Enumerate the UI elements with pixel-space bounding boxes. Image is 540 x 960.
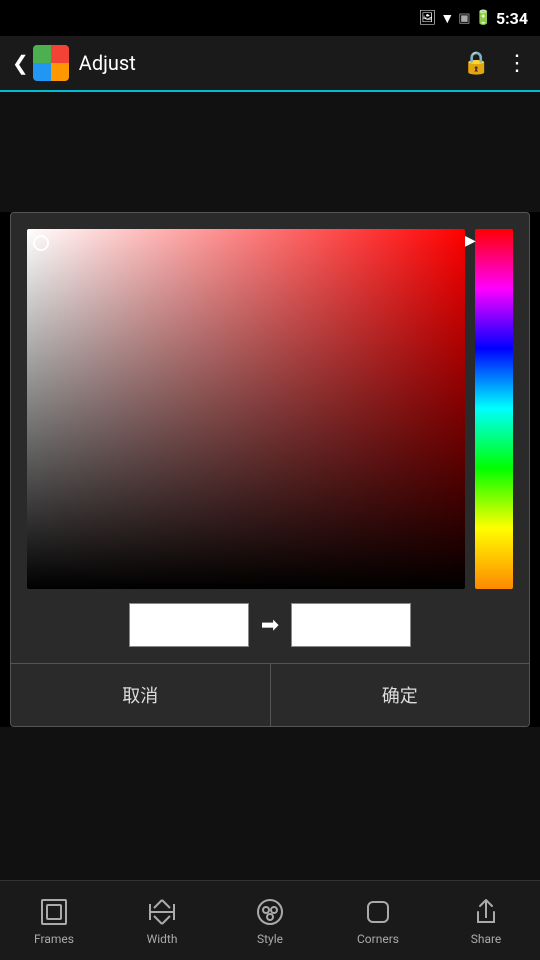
bottom-nav: Frames Width Style Corners [0, 880, 540, 960]
color-gradient[interactable] [27, 229, 465, 589]
share-label: Share [471, 932, 502, 946]
status-bar: 🖼 ▼ ▣ 🔋 5:34 [0, 0, 540, 36]
corners-label: Corners [357, 932, 399, 946]
nav-item-style[interactable]: Style [230, 896, 310, 946]
nav-item-frames[interactable]: Frames [14, 896, 94, 946]
nav-item-corners[interactable]: Corners [338, 896, 418, 946]
style-icon [254, 896, 286, 928]
top-bar: ❮ Adjust 🔒 ⋮ [0, 36, 540, 92]
dark-area-top [0, 92, 540, 212]
top-bar-actions: 🔒 ⋮ [463, 51, 528, 76]
dark-area-bottom [0, 727, 540, 880]
app-title: Adjust [79, 51, 463, 75]
wifi-icon: ▼ [440, 10, 454, 27]
nav-item-share[interactable]: Share [446, 896, 526, 946]
color-before [129, 603, 249, 647]
battery-icon: 🔋 [475, 10, 492, 26]
logo-q3 [33, 63, 51, 81]
status-time: 5:34 [496, 9, 528, 28]
color-picker-dialog: ▶ ➡ 取消 确定 [10, 212, 530, 727]
dialog-buttons: 取消 确定 [11, 663, 529, 726]
color-preview-row: ➡ [129, 603, 411, 647]
lock-icon[interactable]: 🔒 [463, 51, 490, 76]
back-button[interactable]: ❮ [12, 51, 29, 75]
picker-area: ▶ [27, 229, 513, 589]
hue-arrow: ▶ [465, 233, 476, 249]
more-menu-icon[interactable]: ⋮ [506, 51, 528, 76]
dialog-body: ▶ ➡ [11, 213, 529, 663]
nav-item-width[interactable]: Width [122, 896, 202, 946]
frames-label: Frames [34, 932, 74, 946]
status-icons: 🖼 ▼ ▣ 🔋 5:34 [419, 9, 528, 28]
style-label: Style [257, 932, 283, 946]
main-content: ▶ ➡ 取消 确定 [0, 92, 540, 880]
logo-q2 [51, 45, 69, 63]
signal-icon: ▣ [458, 11, 470, 26]
logo-q1 [33, 45, 51, 63]
arrow-right-icon: ➡ [261, 613, 279, 638]
confirm-button[interactable]: 确定 [271, 664, 530, 726]
frames-icon [38, 896, 70, 928]
app-logo [33, 45, 69, 81]
width-label: Width [147, 932, 178, 946]
picker-cursor[interactable] [33, 235, 49, 251]
corners-icon [362, 896, 394, 928]
width-icon [146, 896, 178, 928]
logo-q4 [51, 63, 69, 81]
share-icon [470, 896, 502, 928]
image-icon: 🖼 [419, 10, 437, 26]
hue-slider[interactable]: ▶ [475, 229, 513, 589]
cancel-button[interactable]: 取消 [11, 664, 271, 726]
color-after [291, 603, 411, 647]
